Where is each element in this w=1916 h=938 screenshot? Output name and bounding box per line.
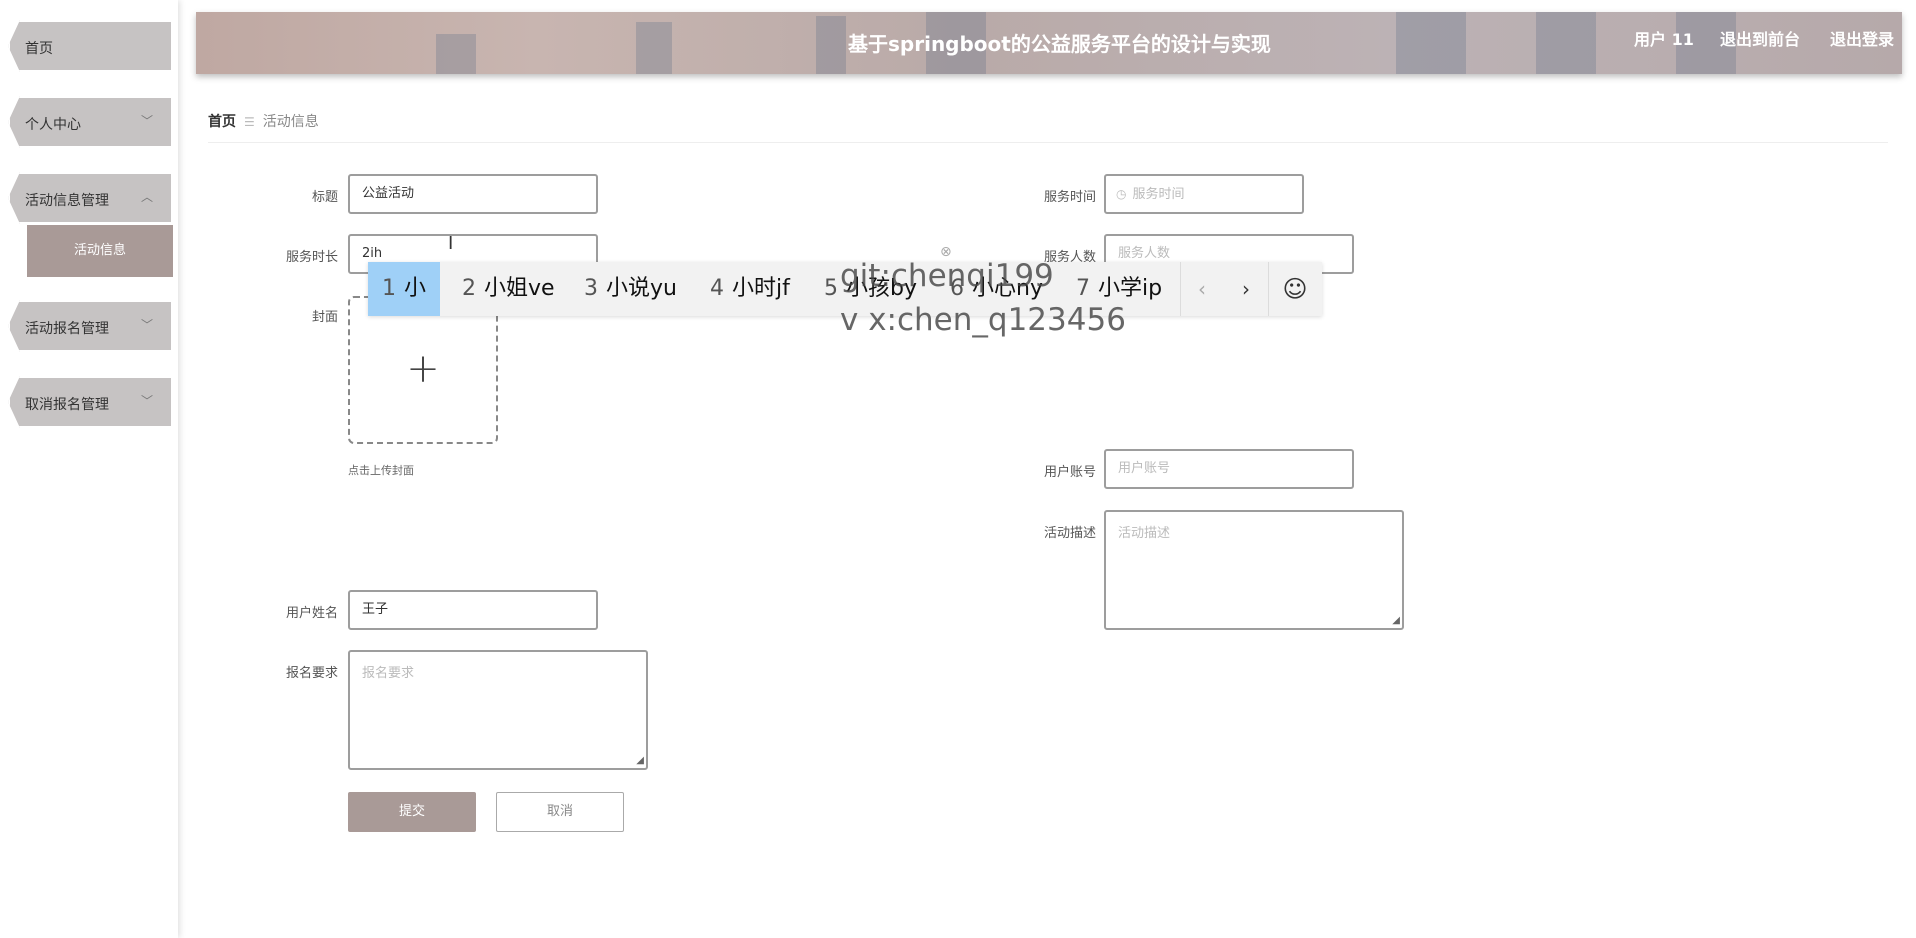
breadcrumb: 首页 ☰ 活动信息 xyxy=(208,111,319,131)
sidebar-item-activity-info-management[interactable]: 活动信息管理 ︿ xyxy=(8,172,173,224)
service-time-label: 服务时间 xyxy=(1043,190,1096,205)
sidebar: 首页 个人中心 ﹀ 活动信息管理 ︿ 活动信息 活动报名管理 ﹀ 取消报名管理 … xyxy=(0,0,178,938)
chevron-down-icon: ﹀ xyxy=(140,318,153,332)
ime-candidate[interactable]: 2 小姐ve xyxy=(462,262,555,316)
cover-upload[interactable]: + xyxy=(348,296,498,444)
resize-handle-icon[interactable]: ◢ xyxy=(636,756,644,766)
back-to-front-link[interactable]: 退出到前台 xyxy=(1720,26,1800,50)
chevron-right-icon[interactable]: › xyxy=(1224,262,1268,316)
header-banner: 基于springboot的公益服务平台的设计与实现 用户 11 退出到前台 退出… xyxy=(196,12,1902,74)
watermark-line: git:chenqi199 xyxy=(840,258,1054,294)
sidebar-item-personal-center[interactable]: 个人中心 ﹀ xyxy=(8,96,173,148)
user-name-label: 用户姓名 xyxy=(285,606,338,621)
chevron-up-icon: ︿ xyxy=(140,190,153,204)
chevron-down-icon: ﹀ xyxy=(140,394,153,408)
activity-desc-placeholder: 活动描述 xyxy=(1118,526,1171,541)
ime-candidate[interactable]: 1小 xyxy=(368,262,441,316)
user-name-input[interactable]: 王子 xyxy=(348,590,598,630)
breadcrumb-separator-icon: ☰ xyxy=(244,115,255,129)
building-decoration xyxy=(436,34,476,74)
user-label: 用户 11 xyxy=(1634,30,1694,49)
divider xyxy=(208,142,1888,143)
building-decoration xyxy=(1396,12,1466,74)
activity-desc-label: 活动描述 xyxy=(1043,526,1096,541)
clock-icon: ◷ xyxy=(1116,187,1127,201)
building-decoration xyxy=(1536,12,1596,74)
sidebar-item-label: 取消报名管理 xyxy=(25,397,109,413)
sidebar-item-label: 活动信息管理 xyxy=(25,193,109,209)
ime-candidate[interactable]: 3 小说yu xyxy=(584,262,677,316)
breadcrumb-current: 活动信息 xyxy=(262,114,319,130)
sidebar-item-home[interactable]: 首页 xyxy=(8,20,173,72)
upload-tip: 点击上传封面 xyxy=(348,464,414,477)
logout-link[interactable]: 退出登录 xyxy=(1830,26,1894,50)
sidebar-item-label: 个人中心 xyxy=(25,117,81,133)
breadcrumb-home[interactable]: 首页 xyxy=(208,114,236,130)
service-time-placeholder: 服务时间 xyxy=(1132,187,1185,202)
chevron-down-icon: ﹀ xyxy=(140,114,153,128)
resize-handle-icon[interactable]: ◢ xyxy=(1392,616,1400,626)
sidebar-subitem-activity-info[interactable]: 活动信息 xyxy=(27,225,173,277)
service-time-input[interactable]: ◷ 服务时间 xyxy=(1104,174,1304,214)
sidebar-item-activity-signup-management[interactable]: 活动报名管理 ﹀ xyxy=(8,300,173,352)
signup-req-label: 报名要求 xyxy=(285,666,338,681)
submit-button[interactable]: 提交 xyxy=(348,792,476,832)
emoji-icon[interactable]: ☺ xyxy=(1268,262,1322,316)
title-input[interactable]: 公益活动 xyxy=(348,174,598,214)
watermark-line: v x:chen_q123456 xyxy=(840,302,1126,338)
signup-req-textarea[interactable]: 报名要求 ◢ xyxy=(348,650,648,770)
building-decoration xyxy=(816,16,846,74)
text-cursor-icon: I xyxy=(448,233,454,254)
user-account-input[interactable]: 用户账号 xyxy=(1104,449,1354,489)
signup-req-placeholder: 报名要求 xyxy=(362,666,415,681)
cover-label: 封面 xyxy=(311,310,338,325)
plus-icon: + xyxy=(406,346,440,392)
page-title: 基于springboot的公益服务平台的设计与实现 xyxy=(848,32,1271,56)
chevron-left-icon[interactable]: ‹ xyxy=(1180,262,1224,316)
ime-candidate[interactable]: 4 小时jf xyxy=(710,262,790,316)
sidebar-item-label: 首页 xyxy=(25,41,53,57)
user-account-label: 用户账号 xyxy=(1043,465,1096,480)
sidebar-item-label: 活动报名管理 xyxy=(25,321,109,337)
title-label: 标题 xyxy=(311,190,338,205)
cancel-button[interactable]: 取消 xyxy=(496,792,624,832)
building-decoration xyxy=(636,22,672,74)
service-hours-label: 服务时长 xyxy=(285,250,338,265)
activity-desc-textarea[interactable]: 活动描述 ◢ xyxy=(1104,510,1404,630)
sidebar-item-cancel-signup-management[interactable]: 取消报名管理 ﹀ xyxy=(8,376,173,428)
